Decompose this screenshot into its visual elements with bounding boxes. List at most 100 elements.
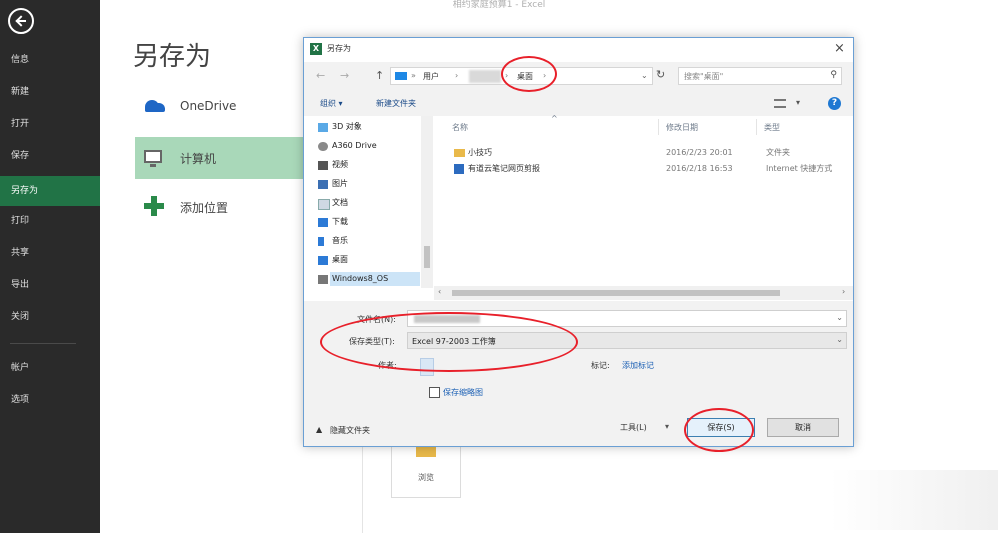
hide-folders-link[interactable]: 隐藏文件夹 [330, 425, 370, 436]
file-row[interactable]: 有道云笔记网页剪报 2016/2/18 16:53 Internet 快捷方式 [452, 162, 847, 176]
tree-item-label: 图片 [332, 179, 348, 188]
file-type: Internet 快捷方式 [766, 164, 833, 173]
page-title: 另存为 [133, 42, 212, 72]
thumbnail-label[interactable]: 保存缩略图 [443, 387, 483, 398]
sidebar-item-print[interactable]: 打印 [0, 208, 100, 234]
file-type: 文件夹 [766, 148, 790, 157]
sidebar-item-account[interactable]: 帐户 [0, 355, 100, 381]
tree-item-videos[interactable]: 视频 [318, 158, 348, 172]
desktop-icon [318, 256, 328, 265]
collapse-chevron-icon[interactable]: ▲ [316, 425, 322, 434]
dialog-title: 另存为 [327, 44, 351, 53]
chevron-down-icon[interactable]: ⌄ [836, 313, 843, 322]
sidebar-item-close[interactable]: 关闭 [0, 304, 100, 330]
tools-menu[interactable]: 工具(L) [620, 422, 647, 433]
scroll-right-icon[interactable]: › [842, 287, 845, 296]
add-tag-link[interactable]: 添加标记 [622, 360, 654, 371]
tree-item-label: Windows8_OS [332, 274, 389, 283]
column-header-type[interactable]: 类型 [764, 122, 780, 133]
file-row[interactable]: 小技巧 2016/2/23 20:01 文件夹 [452, 146, 847, 160]
tree-item-label: 音乐 [332, 236, 348, 245]
column-separator[interactable] [756, 119, 757, 135]
organize-menu[interactable]: 组织 ▾ [320, 98, 343, 109]
scrollbar-thumb[interactable] [452, 290, 780, 296]
download-icon [318, 218, 328, 227]
column-header-date[interactable]: 修改日期 [666, 122, 698, 133]
location-label: OneDrive [180, 99, 237, 113]
sidebar-item-share[interactable]: 共享 [0, 240, 100, 266]
horizontal-scrollbar[interactable]: ‹ › [434, 286, 853, 300]
tree-item-downloads[interactable]: 下载 [318, 215, 348, 229]
file-date: 2016/2/18 16:53 [666, 164, 733, 173]
column-separator[interactable] [658, 119, 659, 135]
sidebar-item-open[interactable]: 打开 [0, 111, 100, 137]
tree-item-pictures[interactable]: 图片 [318, 177, 348, 191]
scrollbar-thumb[interactable] [424, 246, 430, 268]
location-computer[interactable]: 计算机 [135, 137, 305, 179]
breadcrumb-users[interactable]: 用户 [423, 71, 439, 82]
new-folder-button[interactable]: 新建文件夹 [376, 98, 416, 109]
window-caption: 相约家庭预算1 - Excel [452, 0, 546, 10]
tree-item-documents[interactable]: 文档 [318, 196, 348, 210]
annotation-circle-save [684, 408, 754, 452]
column-header-name[interactable]: 名称 [452, 122, 468, 133]
back-arrow-icon[interactable] [8, 8, 34, 34]
file-name: 有道云笔记网页剪报 [468, 164, 540, 173]
location-add-place[interactable]: 添加位置 [135, 186, 305, 228]
chevron-down-icon[interactable]: ⌄ [641, 71, 648, 80]
sidebar-item-save-as[interactable]: 另存为 [0, 176, 100, 206]
tree-item-3d-objects[interactable]: 3D 对象 [318, 120, 362, 134]
browse-button[interactable]: 浏览 [391, 440, 461, 498]
excel-icon: X [310, 43, 322, 55]
computer-icon [144, 150, 162, 167]
cloud-icon [318, 142, 328, 151]
onedrive-icon [141, 98, 167, 112]
sidebar-item-save[interactable]: 保存 [0, 143, 100, 169]
tree-item-windows-os[interactable]: Windows8_OS [318, 272, 420, 286]
forward-icon[interactable]: → [340, 69, 349, 82]
file-browser: 3D 对象 A360 Drive 视频 图片 文档 下载 音乐 桌面 Windo… [304, 114, 853, 301]
chevron-down-icon[interactable]: ▾ [665, 422, 669, 431]
refresh-icon[interactable]: ↻ [656, 68, 665, 81]
computer-icon [395, 72, 407, 80]
back-icon[interactable]: ← [316, 69, 325, 82]
dialog-titlebar[interactable]: X 另存为 × [304, 38, 853, 62]
location-label: 添加位置 [180, 201, 229, 215]
scroll-left-icon[interactable]: ‹ [438, 287, 441, 296]
sidebar-item-new[interactable]: 新建 [0, 79, 100, 105]
command-bar: 组织 ▾ 新建文件夹 ▾ ? [304, 93, 853, 115]
music-icon [318, 237, 324, 246]
location-onedrive[interactable]: OneDrive [135, 86, 305, 128]
sidebar-item-export[interactable]: 导出 [0, 272, 100, 298]
backstage-sidebar: 信息 新建 打开 保存 另存为 打印 共享 导出 关闭 帐户 选项 [0, 0, 100, 533]
tree-item-label: 桌面 [332, 255, 348, 264]
sidebar-item-info[interactable]: 信息 [0, 47, 100, 73]
search-input[interactable]: 搜索"桌面" ⚲ [678, 67, 842, 85]
tags-label: 标记: [591, 361, 610, 370]
tree-scrollbar[interactable] [421, 116, 433, 288]
annotation-circle-filetype [320, 312, 578, 372]
document-icon [318, 199, 330, 210]
tree-item-desktop[interactable]: 桌面 [318, 253, 348, 267]
tree-item-a360-drive[interactable]: A360 Drive [318, 139, 377, 153]
tree-item-label: 下载 [332, 217, 348, 226]
tree-item-music[interactable]: 音乐 [318, 234, 348, 248]
sort-arrow-icon: ^ [551, 114, 558, 123]
close-icon[interactable]: × [834, 41, 845, 56]
tree-item-label: 3D 对象 [332, 122, 362, 131]
thumbnail-checkbox[interactable] [429, 387, 440, 398]
cancel-button[interactable]: 取消 [767, 418, 839, 437]
sidebar-divider [10, 343, 76, 344]
tree-item-label: A360 Drive [332, 141, 377, 150]
shortcut-icon [454, 164, 464, 174]
help-icon[interactable]: ? [828, 97, 841, 110]
up-icon[interactable]: ↑ [375, 69, 384, 82]
sidebar-item-options[interactable]: 选项 [0, 387, 100, 413]
location-label: 计算机 [180, 152, 217, 166]
chevron-down-icon[interactable]: ▾ [796, 98, 800, 107]
search-placeholder: 搜索"桌面" [684, 72, 724, 81]
view-options-icon[interactable] [774, 99, 786, 108]
search-icon[interactable]: ⚲ [830, 70, 837, 80]
chevron-down-icon[interactable]: ⌄ [836, 335, 843, 344]
tree-item-label: 视频 [332, 160, 348, 169]
